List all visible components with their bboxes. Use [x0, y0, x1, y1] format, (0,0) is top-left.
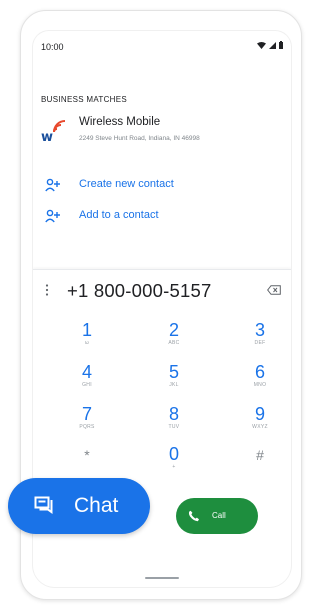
- key-digit: 4: [81, 362, 92, 382]
- key-letters: PQRS: [79, 424, 95, 430]
- call-label: Call: [212, 511, 226, 520]
- key-letters: ABC: [168, 340, 180, 346]
- key-letters: +: [172, 464, 176, 470]
- key-3[interactable]: 3 DEF: [230, 320, 290, 354]
- chat-button[interactable]: Chat: [8, 478, 150, 534]
- key-digit: 2: [168, 320, 179, 340]
- dialpad-sheet: +1 800-000-5157 1 ω 2 ABC 3 DEF 4 GHI 5 …: [33, 269, 291, 587]
- create-new-contact-label: Create new contact: [79, 178, 174, 190]
- number-row: +1 800-000-5157: [33, 270, 291, 310]
- business-address: 2249 Steve Hunt Road, Indiana, IN 46998: [79, 135, 200, 142]
- key-digit: 3: [254, 320, 265, 340]
- key-digit: 6: [254, 362, 265, 382]
- dialed-number[interactable]: +1 800-000-5157: [67, 280, 211, 302]
- add-to-contact-label: Add to a contact: [79, 209, 159, 221]
- wireless-logo-icon: w: [41, 120, 66, 145]
- status-icons: [257, 41, 283, 49]
- key-hash[interactable]: #: [230, 444, 290, 478]
- key-letters: GHI: [82, 382, 92, 388]
- key-letters: DEF: [254, 340, 266, 346]
- key-6[interactable]: 6 MNO: [230, 362, 290, 396]
- key-letters: WXYZ: [252, 424, 268, 430]
- wifi-icon: [257, 41, 266, 49]
- add-to-contact-button[interactable]: Add to a contact: [41, 207, 241, 227]
- key-8[interactable]: 8 TUV: [144, 404, 204, 438]
- key-1[interactable]: 1 ω: [57, 320, 117, 354]
- person-add-icon: [45, 178, 60, 192]
- chat-label: Chat: [74, 494, 119, 517]
- voicemail-icon: ω: [84, 340, 90, 346]
- key-letters: MNO: [253, 382, 267, 388]
- more-vert-icon[interactable]: [45, 284, 49, 296]
- call-button[interactable]: Call: [176, 498, 258, 534]
- chat-icon: [34, 496, 53, 514]
- key-star[interactable]: *: [57, 444, 117, 478]
- key-5[interactable]: 5 JKL: [144, 362, 204, 396]
- key-digit: 8: [168, 404, 179, 424]
- key-4[interactable]: 4 GHI: [57, 362, 117, 396]
- backspace-icon[interactable]: [267, 285, 281, 295]
- key-digit: 5: [168, 362, 179, 382]
- screen: 10:00 BUSINESS MATCHES w Wireless Mobile…: [0, 0, 302, 608]
- business-match-item[interactable]: w Wireless Mobile 2249 Steve Hunt Road, …: [41, 113, 281, 153]
- key-0[interactable]: 0 +: [144, 444, 204, 478]
- key-9[interactable]: 9 WXYZ: [230, 404, 290, 438]
- business-name: Wireless Mobile: [79, 116, 161, 128]
- business-matches-heading: BUSINESS MATCHES: [41, 95, 127, 104]
- key-digit: 9: [254, 404, 265, 424]
- signal-icon: [269, 41, 276, 49]
- key-digit: 1: [81, 320, 92, 340]
- key-2[interactable]: 2 ABC: [144, 320, 204, 354]
- status-bar: 10:00: [33, 31, 291, 57]
- svg-text:w: w: [41, 130, 53, 145]
- gesture-nav-handle[interactable]: [145, 577, 179, 579]
- key-digit: #: [256, 447, 264, 463]
- key-letters: JKL: [169, 382, 179, 388]
- create-new-contact-button[interactable]: Create new contact: [41, 176, 241, 196]
- key-7[interactable]: 7 PQRS: [57, 404, 117, 438]
- status-time: 10:00: [41, 42, 64, 52]
- phone-icon: [188, 510, 199, 522]
- key-digit: 0: [168, 444, 179, 464]
- key-digit: 7: [81, 404, 92, 424]
- battery-icon: [279, 41, 283, 49]
- person-add-icon: [45, 209, 60, 223]
- key-digit: *: [84, 447, 90, 463]
- key-letters: TUV: [168, 424, 180, 430]
